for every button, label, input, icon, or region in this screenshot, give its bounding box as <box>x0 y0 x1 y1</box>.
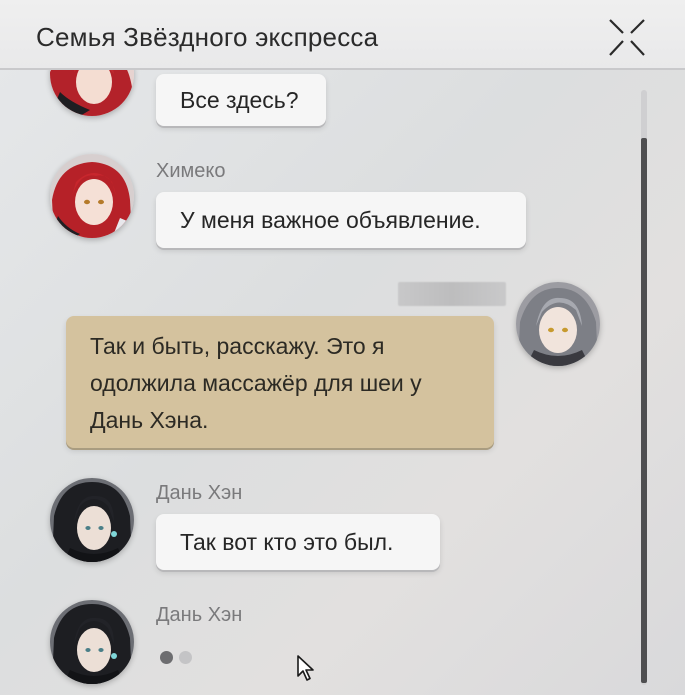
message-line: Так и быть, расскажу. Это я <box>90 333 385 359</box>
message-text: Все здесь? <box>180 86 299 113</box>
himeko-avatar[interactable] <box>50 70 134 116</box>
message-line: Дань Хэна. <box>90 407 209 433</box>
typing-dot <box>179 651 192 664</box>
chat-log[interactable]: Все здесь? Химеко У меня важное объявлен… <box>0 70 685 695</box>
dan-heng-avatar[interactable] <box>50 478 134 562</box>
scrollbar-thumb[interactable] <box>641 138 647 683</box>
message-bubble: Так вот кто это был. <box>156 514 440 570</box>
trailblazer-avatar[interactable] <box>516 282 600 366</box>
window-title: Семья Звёздного экспресса <box>36 22 379 52</box>
close-icon[interactable] <box>604 16 650 60</box>
mouse-cursor-icon <box>296 654 318 682</box>
message-bubble: У меня важное объявление. <box>156 192 526 248</box>
window-header: Семья Звёздного экспресса <box>0 0 685 70</box>
dan-heng-avatar[interactable] <box>50 600 134 684</box>
message-text: У меня важное объявление. <box>180 206 481 233</box>
message-bubble: Все здесь? <box>156 74 326 126</box>
own-sender-name-redacted <box>398 282 506 306</box>
sender-name: Химеко <box>156 160 226 182</box>
typing-indicator <box>160 651 200 665</box>
own-message-bubble: Так и быть, расскажу. Это я одолжила мас… <box>66 316 494 448</box>
sender-name: Дань Хэн <box>156 604 243 626</box>
message-text: Так вот кто это был. <box>180 528 394 555</box>
himeko-avatar[interactable] <box>50 154 134 238</box>
typing-dot <box>160 651 173 664</box>
sender-name: Дань Хэн <box>156 482 243 504</box>
message-line: одолжила массажёр для шеи у <box>90 370 422 396</box>
